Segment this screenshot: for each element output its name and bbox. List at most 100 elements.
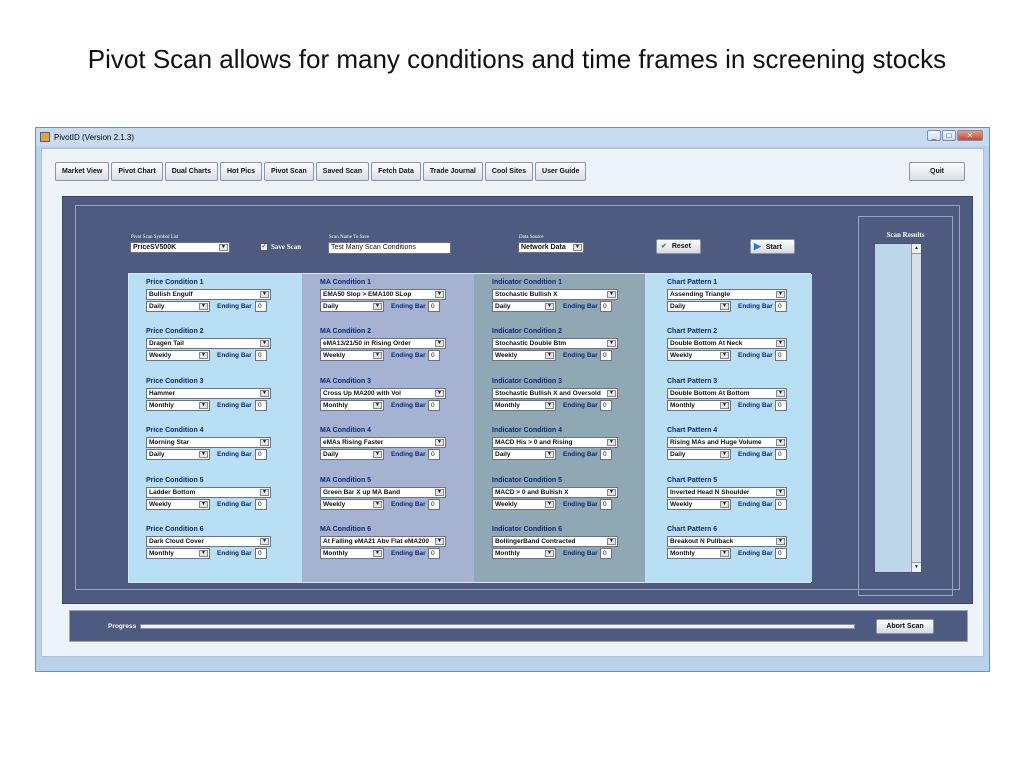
pattern-timeframe-select[interactable]: Weekly ▼ — [667, 350, 731, 361]
pattern-ending-bar-input[interactable]: 0 — [775, 301, 787, 312]
chevron-down-icon[interactable]: ▼ — [776, 538, 785, 545]
price-timeframe-select[interactable]: Weekly ▼ — [146, 350, 210, 361]
chevron-down-icon[interactable]: ▼ — [199, 352, 208, 359]
pattern-timeframe-select[interactable]: Daily ▼ — [667, 301, 731, 312]
pattern-condition-select[interactable]: Double Bottom At Neck ▼ — [667, 338, 787, 349]
scan-name-input[interactable]: Test Many Scan Conditions — [328, 242, 451, 254]
ma-condition-select[interactable]: Cross Up MA200 with Vol ▼ — [320, 388, 446, 399]
chevron-down-icon[interactable]: ▼ — [776, 489, 785, 496]
pattern-timeframe-select[interactable]: Monthly ▼ — [667, 548, 731, 559]
pattern-timeframe-select[interactable]: Weekly ▼ — [667, 499, 731, 510]
indicator-ending-bar-input[interactable]: 0 — [600, 499, 612, 510]
chevron-down-icon[interactable]: ▼ — [607, 291, 616, 298]
maximize-icon[interactable]: □ — [942, 130, 956, 141]
chevron-down-icon[interactable]: ▼ — [607, 489, 616, 496]
pattern-condition-select[interactable]: Breakout N Pullback ▼ — [667, 536, 787, 547]
chevron-down-icon[interactable]: ▼ — [435, 291, 444, 298]
indicator-timeframe-select[interactable]: Weekly ▼ — [492, 350, 556, 361]
indicator-condition-select[interactable]: BollingerBand Contracted ▼ — [492, 536, 618, 547]
chevron-down-icon[interactable]: ▼ — [720, 402, 729, 409]
reset-button[interactable]: ✔ Reset — [656, 239, 701, 254]
ma-ending-bar-input[interactable]: 0 — [428, 548, 440, 559]
price-condition-select[interactable]: Dragen Tail ▼ — [146, 338, 271, 349]
nav-market-view-button[interactable]: Market View — [55, 162, 110, 181]
nav-hot-pics-button[interactable]: Hot Pics — [219, 162, 262, 181]
nav-user-guide-button[interactable]: User Guide — [535, 162, 587, 181]
price-ending-bar-input[interactable]: 0 — [255, 350, 267, 361]
indicator-condition-select[interactable]: MACD His > 0 and Rising ▼ — [492, 437, 618, 448]
chevron-down-icon[interactable]: ▼ — [373, 352, 382, 359]
chevron-down-icon[interactable]: ▼ — [199, 451, 208, 458]
pattern-ending-bar-input[interactable]: 0 — [775, 350, 787, 361]
indicator-timeframe-select[interactable]: Daily ▼ — [492, 449, 556, 460]
chevron-down-icon[interactable]: ▼ — [373, 451, 382, 458]
chevron-down-icon[interactable]: ▼ — [545, 451, 554, 458]
chevron-down-icon[interactable]: ▼ — [720, 303, 729, 310]
indicator-ending-bar-input[interactable]: 0 — [600, 301, 612, 312]
nav-pivot-scan-button[interactable]: Pivot Scan — [264, 162, 314, 181]
save-scan-checkbox[interactable]: ✓ — [260, 243, 268, 251]
close-icon[interactable]: ✕ — [957, 130, 983, 141]
chevron-down-icon[interactable]: ▼ — [260, 439, 269, 446]
price-ending-bar-input[interactable]: 0 — [255, 499, 267, 510]
price-condition-select[interactable]: Dark Cloud Cover ▼ — [146, 536, 271, 547]
chevron-down-icon[interactable]: ▼ — [199, 550, 208, 557]
ma-condition-select[interactable]: Green Bar X up MA Band ▼ — [320, 487, 446, 498]
price-ending-bar-input[interactable]: 0 — [255, 400, 267, 411]
indicator-timeframe-select[interactable]: Monthly ▼ — [492, 400, 556, 411]
price-timeframe-select[interactable]: Weekly ▼ — [146, 499, 210, 510]
price-condition-select[interactable]: Hammer ▼ — [146, 388, 271, 399]
indicator-timeframe-select[interactable]: Weekly ▼ — [492, 499, 556, 510]
chevron-down-icon[interactable]: ▼ — [545, 402, 554, 409]
indicator-ending-bar-input[interactable]: 0 — [600, 548, 612, 559]
price-timeframe-select[interactable]: Daily ▼ — [146, 301, 210, 312]
indicator-condition-select[interactable]: Stochastic Bullish X and Oversold ▼ — [492, 388, 618, 399]
price-ending-bar-input[interactable]: 0 — [255, 301, 267, 312]
indicator-ending-bar-input[interactable]: 0 — [600, 449, 612, 460]
chevron-down-icon[interactable]: ▼ — [373, 501, 382, 508]
nav-dual-charts-button[interactable]: Dual Charts — [164, 162, 218, 181]
pattern-condition-select[interactable]: Double Bottom At Bottom ▼ — [667, 388, 787, 399]
chevron-down-icon[interactable]: ▼ — [720, 352, 729, 359]
indicator-ending-bar-input[interactable]: 0 — [600, 400, 612, 411]
indicator-timeframe-select[interactable]: Daily ▼ — [492, 301, 556, 312]
price-timeframe-select[interactable]: Monthly ▼ — [146, 548, 210, 559]
ma-condition-select[interactable]: EMA50 Slop > EMA100 SLop ▼ — [320, 289, 446, 300]
chevron-down-icon[interactable]: ▼ — [720, 550, 729, 557]
start-button[interactable]: ▶ Start — [750, 239, 795, 254]
chevron-down-icon[interactable]: ▼ — [607, 390, 616, 397]
pattern-ending-bar-input[interactable]: 0 — [775, 400, 787, 411]
ma-timeframe-select[interactable]: Daily ▼ — [320, 449, 384, 460]
chevron-down-icon[interactable]: ▼ — [435, 390, 444, 397]
pattern-condition-select[interactable]: Inverted Head N Shoulder ▼ — [667, 487, 787, 498]
ma-ending-bar-input[interactable]: 0 — [428, 301, 440, 312]
chevron-down-icon[interactable]: ▼ — [435, 538, 444, 545]
chevron-down-icon[interactable]: ▼ — [776, 291, 785, 298]
ma-timeframe-select[interactable]: Monthly ▼ — [320, 400, 384, 411]
pattern-condition-select[interactable]: Rising MAs and Huge Volume ▼ — [667, 437, 787, 448]
quit-button[interactable]: Quit — [909, 162, 965, 181]
nav-cool-sites-button[interactable]: Cool Sites — [484, 162, 534, 181]
chevron-down-icon[interactable]: ▼ — [545, 352, 554, 359]
chevron-down-icon[interactable]: ▼ — [373, 303, 382, 310]
chevron-down-icon[interactable]: ▼ — [199, 402, 208, 409]
chevron-down-icon[interactable]: ▼ — [720, 501, 729, 508]
price-condition-select[interactable]: Bullish Engulf ▼ — [146, 289, 271, 300]
chevron-down-icon[interactable]: ▼ — [573, 244, 582, 251]
chevron-down-icon[interactable]: ▼ — [199, 303, 208, 310]
ma-ending-bar-input[interactable]: 0 — [428, 350, 440, 361]
chevron-down-icon[interactable]: ▼ — [435, 489, 444, 496]
indicator-condition-select[interactable]: Stochastic Double Btm ▼ — [492, 338, 618, 349]
chevron-down-icon[interactable]: ▼ — [607, 538, 616, 545]
ma-condition-select[interactable]: eMA13/21/50 in Rising Order ▼ — [320, 338, 446, 349]
ma-ending-bar-input[interactable]: 0 — [428, 400, 440, 411]
chevron-down-icon[interactable]: ▼ — [260, 291, 269, 298]
chevron-down-icon[interactable]: ▼ — [607, 340, 616, 347]
chevron-down-icon[interactable]: ▼ — [260, 489, 269, 496]
minimize-icon[interactable]: _ — [927, 130, 941, 141]
nav-fetch-data-button[interactable]: Fetch Data — [371, 162, 421, 181]
pattern-ending-bar-input[interactable]: 0 — [775, 449, 787, 460]
ma-ending-bar-input[interactable]: 0 — [428, 499, 440, 510]
chevron-down-icon[interactable]: ▼ — [373, 550, 382, 557]
scroll-up-icon[interactable]: ▲ — [912, 244, 921, 254]
